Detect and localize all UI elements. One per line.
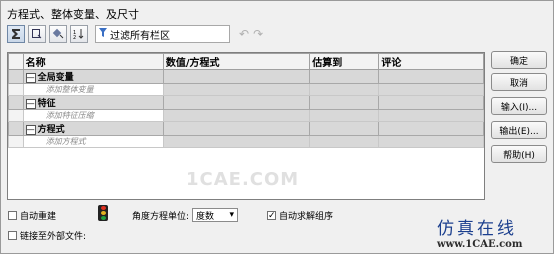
collapse-icon[interactable]: — [25,72,36,83]
auto-rebuild-checkbox[interactable] [8,211,17,220]
auto-solve-order-option: ✓ 自动求解组序 [267,209,333,222]
hint-cell[interactable]: 添加特征压缩 [22,109,164,122]
dimension-view-icon[interactable] [28,25,46,43]
site-logo-url: www.1CAE.com [437,239,523,250]
hint-cell[interactable]: 添加整体变量 [22,83,164,96]
link-external-label: 链接至外部文件: [20,232,87,242]
column-header-name[interactable]: 名称 [22,53,164,70]
sigma-view-icon[interactable] [7,25,25,43]
svg-text:2: 2 [73,35,76,40]
cancel-button[interactable]: 取消 [491,73,547,91]
auto-rebuild-label: 自动重建 [20,212,57,222]
order-view-icon[interactable]: 12 [70,25,88,43]
group-row-global-variables[interactable]: — 全局变量 [8,69,484,84]
undo-icon[interactable]: ↶ [239,27,249,41]
undo-redo: ↶ ↷ [239,27,263,41]
group-label: 全局变量 [37,73,74,83]
collapse-icon[interactable]: — [25,98,36,109]
angle-unit-value: 度数 [196,211,215,222]
auto-rebuild-option: 自动重建 [8,209,56,222]
watermark: 1CAE.COM [186,169,300,190]
funnel-icon [99,28,107,40]
add-row-equation[interactable]: 添加方程式 [8,135,484,148]
filter-text: 过滤所有栏区 [110,30,170,42]
group-label: 特征 [37,99,56,109]
import-button[interactable]: 输入(I)... [491,97,547,115]
group-row-equations[interactable]: — 方程式 [8,121,484,136]
add-row-global-variable[interactable]: 添加整体变量 [8,83,484,96]
angle-unit-select[interactable]: 度数 ▾ [192,208,239,222]
site-logo-cn: 仿真在线 [437,219,517,239]
site-logo: 仿真在线 www.1CAE.com [437,214,549,250]
collapse-icon[interactable]: — [25,124,36,135]
redo-icon[interactable]: ↷ [253,27,263,41]
ok-button[interactable]: 确定 [491,51,547,69]
sort-view-icon[interactable] [49,25,67,43]
angle-unit-label: 角度方程单位: [132,211,190,222]
toolbar: 12 过滤所有栏区 ↶ ↷ [7,24,263,44]
group-label: 方程式 [37,125,65,135]
auto-solve-order-label: 自动求解组序 [279,212,334,222]
equations-table: 名称 数值/方程式 估算到 评论 — 全局变量 添加整体变量 — 特征 添加特征… [7,52,485,200]
column-header-evaluates[interactable]: 估算到 [309,53,380,70]
traffic-light-icon[interactable] [98,205,108,221]
filter-input[interactable]: 过滤所有栏区 [95,25,230,43]
auto-solve-order-checkbox[interactable]: ✓ [267,211,276,221]
chevron-down-icon: ▾ [229,210,235,220]
table-header: 名称 数值/方程式 估算到 评论 [8,53,484,70]
export-button[interactable]: 输出(E)... [491,121,547,139]
column-header-value[interactable]: 数值/方程式 [162,53,311,70]
add-row-feature[interactable]: 添加特征压缩 [8,109,484,122]
column-header-comment[interactable]: 评论 [378,53,484,70]
row-header-corner [8,53,24,70]
angle-unit-option: 角度方程单位: 度数 ▾ [132,208,239,222]
equations-dialog: 方程式、整体变量、及尺寸 12 过滤所有栏区 ↶ ↷ 名称 数值/方程式 估算到… [0,0,554,254]
dialog-title: 方程式、整体变量、及尺寸 [7,8,139,21]
link-external-option: 链接至外部文件: [8,229,86,242]
group-row-features[interactable]: — 特征 [8,95,484,110]
help-button[interactable]: 帮助(H) [491,145,547,163]
hint-cell[interactable]: 添加方程式 [22,135,164,148]
link-external-checkbox[interactable] [8,231,17,240]
